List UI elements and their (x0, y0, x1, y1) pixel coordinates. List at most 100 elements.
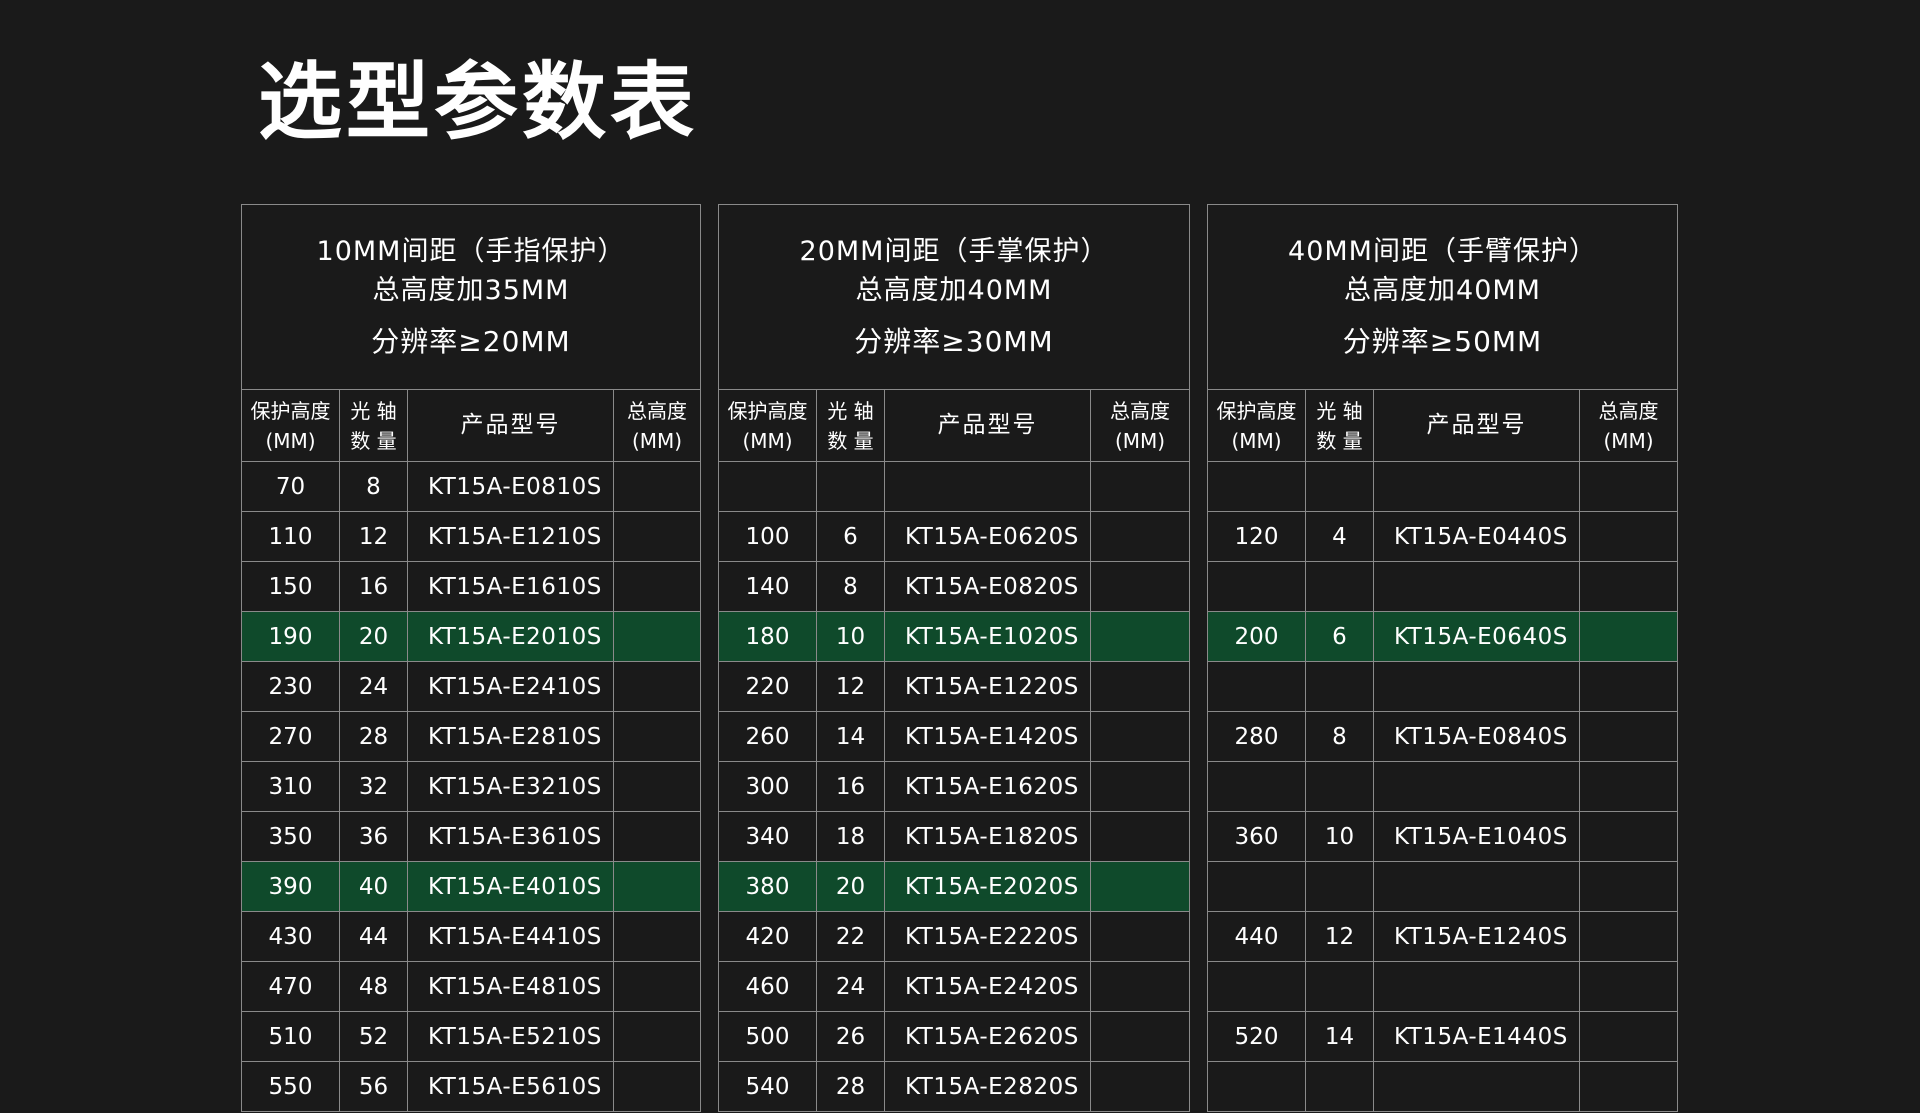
cell-beam-count: 22 (816, 911, 885, 962)
table-row: 340 18 KT15A-E1820S (718, 811, 1191, 862)
column-header-row: 保护高度 (MM) 光 轴数 量 产品型号 总高度 (MM) (1207, 389, 1679, 462)
cell-beam-count: 10 (816, 611, 885, 662)
cell-protect-height: 110 (241, 511, 340, 562)
cell-total-height (1578, 861, 1679, 912)
table-row: 510 52 KT15A-E5210S (241, 1011, 702, 1062)
table-row: 230 24 KT15A-E2410S (241, 661, 702, 712)
cell-model: KT15A-E2820S (884, 1061, 1091, 1112)
table-row-highlighted: 390 40 KT15A-E4010S (241, 861, 702, 912)
cell-beam-count: 40 (339, 861, 408, 912)
cell-total-height (612, 811, 702, 862)
table-row: 310 32 KT15A-E3210S (241, 761, 702, 812)
col-total-height-header: 总高度 (MM) (612, 389, 702, 462)
table-row (1207, 461, 1679, 512)
col-protect-height-header: 保护高度 (MM) (241, 389, 340, 462)
cell-beam-count: 16 (816, 761, 885, 812)
column-header-sublabel: (MM) (742, 428, 793, 453)
table-row: 420 22 KT15A-E2220S (718, 911, 1191, 962)
cell-protect-height (1207, 761, 1306, 812)
col-model-header: 产品型号 (884, 389, 1091, 462)
table-group-header: 40MM间距（手臂保护） 总高度加40MM 分辨率≥50MM (1206, 204, 1679, 390)
cell-beam-count (1305, 461, 1374, 512)
cell-protect-height: 440 (1207, 911, 1306, 962)
cell-model: KT15A-E0820S (884, 561, 1091, 612)
cell-protect-height: 180 (718, 611, 817, 662)
table-row: 440 12 KT15A-E1240S (1207, 911, 1679, 962)
column-header-label: 光 轴 (350, 398, 397, 423)
column-header-label: 总高度 (1598, 398, 1659, 423)
cell-model (1373, 861, 1580, 912)
table-row: 110 12 KT15A-E1210S (241, 511, 702, 562)
cell-beam-count: 12 (339, 511, 408, 562)
cell-total-height (1089, 1011, 1191, 1062)
cell-protect-height: 70 (241, 461, 340, 512)
cell-model: KT15A-E0810S (407, 461, 614, 512)
table-row (1207, 661, 1679, 712)
cell-total-height (612, 911, 702, 962)
cell-beam-count: 8 (339, 461, 408, 512)
column-header-label: 光 轴 (827, 398, 874, 423)
column-header-label: 保护高度 (1216, 398, 1297, 423)
cell-total-height (612, 961, 702, 1012)
table-row: 280 8 KT15A-E0840S (1207, 711, 1679, 762)
cell-protect-height: 460 (718, 961, 817, 1012)
table-row: 100 6 KT15A-E0620S (718, 511, 1191, 562)
spec-table-10mm: 10MM间距（手指保护） 总高度加35MM 分辨率≥20MM 保护高度 (MM) 光 轴数… (240, 204, 702, 1112)
cell-protect-height: 100 (718, 511, 817, 562)
cell-protect-height: 140 (718, 561, 817, 612)
table-row: 500 26 KT15A-E2620S (718, 1011, 1191, 1062)
cell-beam-count: 16 (339, 561, 408, 612)
cell-protect-height: 550 (241, 1061, 340, 1112)
height-note: 总高度加40MM (855, 274, 1053, 306)
col-model-header: 产品型号 (407, 389, 614, 462)
table-row (718, 461, 1191, 512)
cell-model: KT15A-E4810S (407, 961, 614, 1012)
table-row-highlighted: 190 20 KT15A-E2010S (241, 611, 702, 662)
cell-total-height (612, 561, 702, 612)
cell-total-height (612, 711, 702, 762)
cell-protect-height: 190 (241, 611, 340, 662)
cell-model: KT15A-E2810S (407, 711, 614, 762)
cell-total-height (1089, 911, 1191, 962)
cell-protect-height: 300 (718, 761, 817, 812)
cell-protect-height: 200 (1207, 611, 1306, 662)
cell-protect-height: 510 (241, 1011, 340, 1062)
cell-total-height (1578, 711, 1679, 762)
cell-beam-count: 26 (816, 1011, 885, 1062)
cell-protect-height (1207, 461, 1306, 512)
cell-protect-height: 260 (718, 711, 817, 762)
cell-beam-count (1305, 961, 1374, 1012)
column-header-sublabel: 数 量 (350, 428, 397, 453)
cell-model: KT15A-E2620S (884, 1011, 1091, 1062)
spacing-title: 20MM间距（手掌保护） (799, 235, 1109, 267)
table-row: 220 12 KT15A-E1220S (718, 661, 1191, 712)
cell-protect-height: 120 (1207, 511, 1306, 562)
cell-total-height (612, 861, 702, 912)
table-row: 470 48 KT15A-E4810S (241, 961, 702, 1012)
cell-model: KT15A-E1820S (884, 811, 1091, 862)
col-model-header: 产品型号 (1373, 389, 1580, 462)
spacing-title: 40MM间距（手臂保护） (1288, 235, 1597, 267)
spacing-title: 10MM间距（手指保护） (316, 235, 626, 267)
cell-protect-height: 350 (241, 811, 340, 862)
cell-beam-count (1305, 1061, 1374, 1112)
group-header-cell: 10MM间距（手指保护） 总高度加35MM 分辨率≥20MM (240, 204, 702, 390)
column-header-label: 产品型号 (460, 412, 561, 439)
cell-protect-height (1207, 961, 1306, 1012)
cell-beam-count: 36 (339, 811, 408, 862)
col-beam-count-header: 光 轴数 量 (339, 389, 408, 462)
cell-beam-count: 44 (339, 911, 408, 962)
cell-total-height (1089, 861, 1191, 912)
col-protect-height-header: 保护高度 (MM) (1207, 389, 1306, 462)
table-row (1207, 761, 1679, 812)
col-beam-count-header: 光 轴数 量 (816, 389, 885, 462)
cell-protect-height: 280 (1207, 711, 1306, 762)
cell-model: KT15A-E0440S (1373, 511, 1580, 562)
column-header-sublabel: (MM) (1603, 428, 1654, 453)
cell-total-height (1578, 811, 1679, 862)
column-header-row: 保护高度 (MM) 光 轴数 量 产品型号 总高度 (MM) (718, 389, 1191, 462)
group-header-cell: 40MM间距（手臂保护） 总高度加40MM 分辨率≥50MM (1206, 204, 1679, 390)
cell-beam-count: 24 (816, 961, 885, 1012)
cell-beam-count (1305, 661, 1374, 712)
cell-model (1373, 961, 1580, 1012)
